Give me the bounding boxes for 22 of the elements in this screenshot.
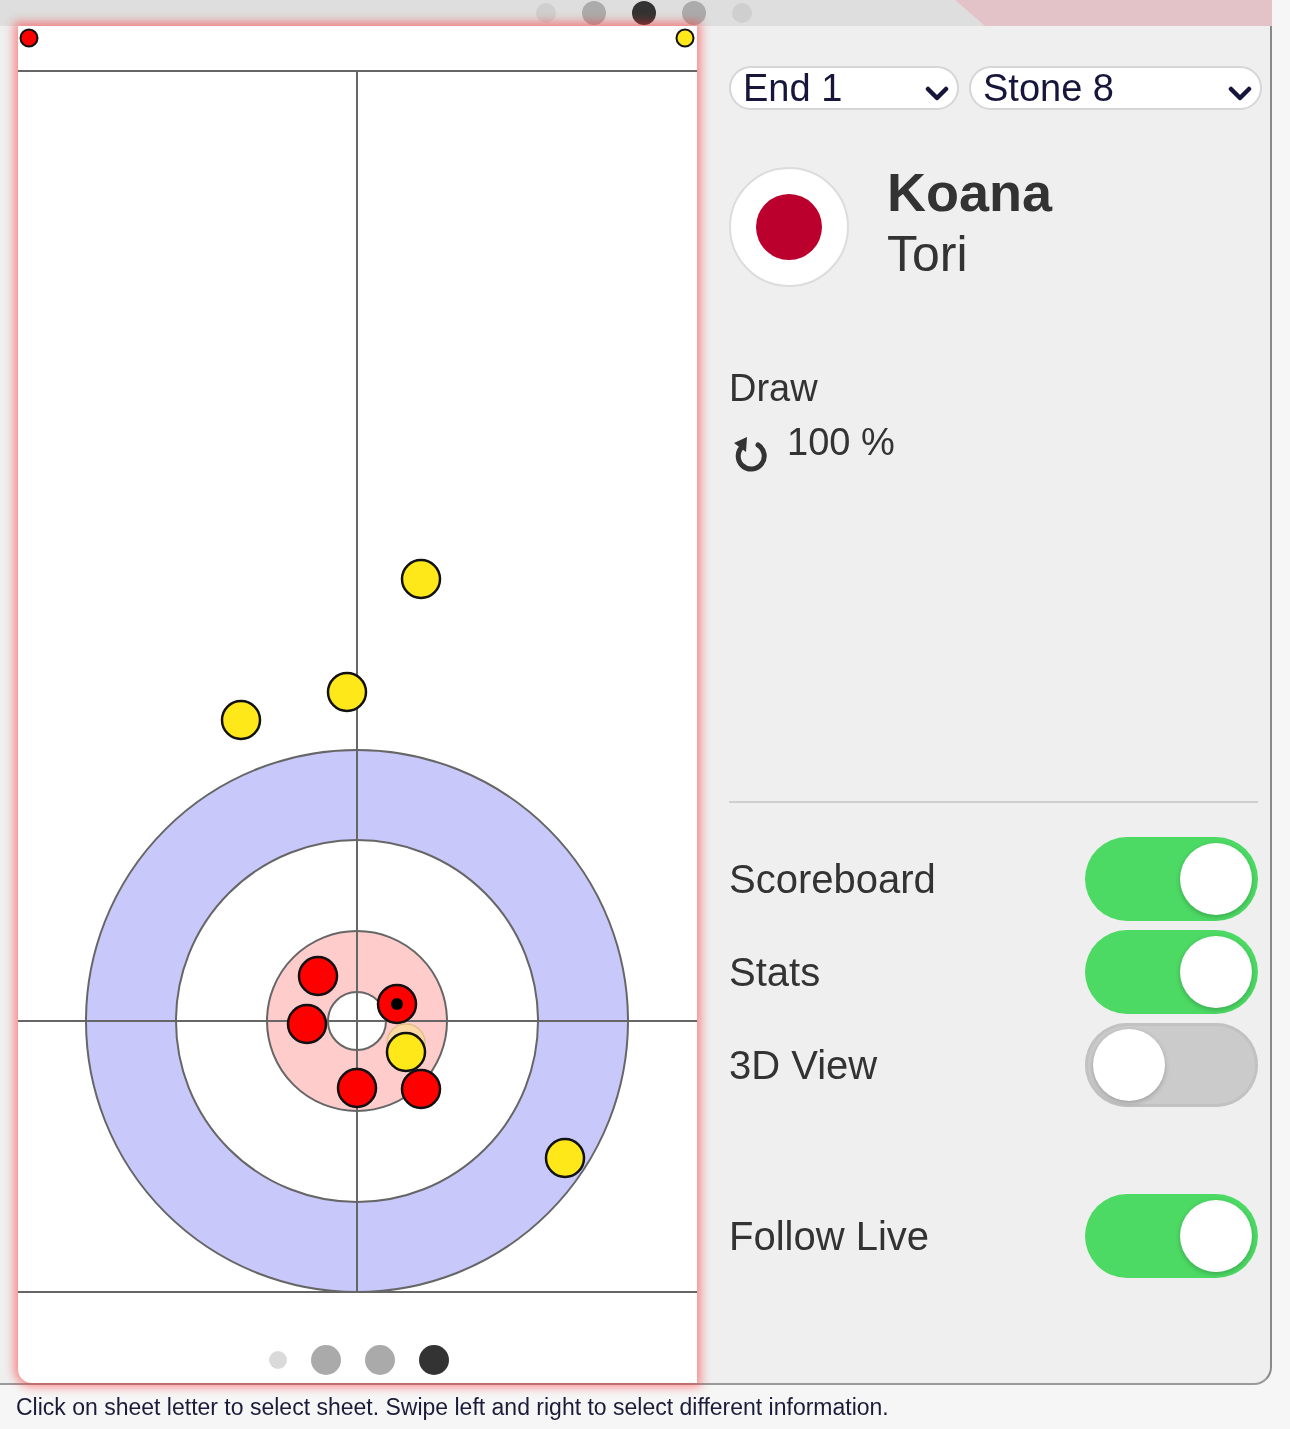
toggle-label: Stats xyxy=(729,949,821,995)
page-dot[interactable] xyxy=(536,3,556,23)
shot-type: Draw xyxy=(729,366,818,411)
toggle-label: Scoreboard xyxy=(729,856,936,902)
team-name: Koana xyxy=(887,161,1053,223)
caret-icon xyxy=(1228,86,1252,102)
page-dot[interactable] xyxy=(364,1344,395,1375)
page-dot[interactable] xyxy=(310,1344,341,1375)
stone-select[interactable]: Stone 8 xyxy=(969,66,1262,110)
page-dot[interactable] xyxy=(418,1344,449,1375)
page-dot[interactable] xyxy=(632,1,656,25)
page-dot[interactable] xyxy=(682,1,706,25)
end-select[interactable]: End 1 xyxy=(729,66,959,110)
flag-icon xyxy=(729,167,849,287)
page-dot[interactable] xyxy=(268,1350,287,1369)
hint-text: Click on sheet letter to select sheet. Swipe left and right to select different information. xyxy=(15,1392,890,1422)
player-name: Tori xyxy=(887,225,969,284)
page-dot[interactable] xyxy=(582,1,606,25)
toggle-label: 3D View xyxy=(729,1042,878,1088)
caret-icon xyxy=(925,86,949,102)
toggle-label: Follow Live xyxy=(729,1213,930,1259)
shot-score: 100 % xyxy=(787,420,895,465)
